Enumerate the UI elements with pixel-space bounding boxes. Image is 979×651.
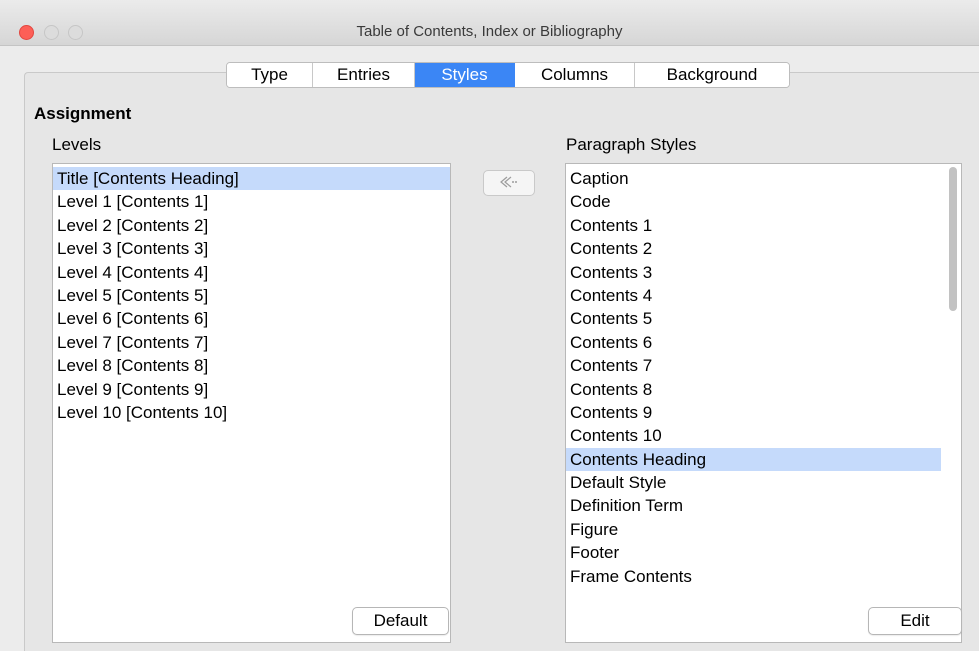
paragraph-style-list-item[interactable]: Contents 3: [566, 261, 941, 284]
tab-columns[interactable]: Columns: [515, 63, 635, 87]
paragraph-style-list-item[interactable]: Contents 10: [566, 424, 941, 447]
paragraph-style-list-item[interactable]: Definition Term: [566, 494, 941, 517]
paragraph-style-list-item[interactable]: Contents 2: [566, 237, 941, 260]
level-list-item[interactable]: Level 1 [Contents 1]: [53, 190, 450, 213]
paragraph-style-list-item[interactable]: Contents 5: [566, 307, 941, 330]
paragraph-style-list-item[interactable]: Frame Contents: [566, 565, 941, 588]
paragraph-style-list-item[interactable]: Contents 4: [566, 284, 941, 307]
paragraph-style-list-item[interactable]: Contents 1: [566, 214, 941, 237]
levels-label: Levels: [52, 135, 102, 154]
paragraph-style-list-item[interactable]: Default Style: [566, 471, 941, 494]
levels-listbox[interactable]: Title [Contents Heading] Level 1 [Content…: [52, 163, 451, 643]
paragraph-style-list-item[interactable]: Caption: [566, 167, 941, 190]
tab-bar: Type Entries Styles Columns Background: [226, 62, 790, 88]
level-list-item[interactable]: Level 9 [Contents 9]: [53, 378, 450, 401]
dialog-content: Type Entries Styles Columns Background A…: [0, 47, 979, 651]
tab-type[interactable]: Type: [227, 63, 313, 87]
level-list-item[interactable]: Level 10 [Contents 10]: [53, 401, 450, 424]
level-list-item[interactable]: Level 5 [Contents 5]: [53, 284, 450, 307]
paragraph-styles-label: Paragraph Styles: [566, 135, 697, 154]
title-bar: Table of Contents, Index or Bibliography: [0, 0, 979, 46]
level-list-item[interactable]: Level 6 [Contents 6]: [53, 307, 450, 330]
assignment-heading: Assignment: [34, 104, 132, 123]
edit-button[interactable]: Edit: [868, 607, 962, 635]
paragraph-style-list-item[interactable]: Contents Heading: [566, 447, 941, 472]
paragraph-style-list-item[interactable]: Contents 7: [566, 354, 941, 377]
tab-background[interactable]: Background: [635, 63, 789, 87]
level-list-item[interactable]: Level 4 [Contents 4]: [53, 261, 450, 284]
tab-styles[interactable]: Styles: [415, 63, 515, 87]
paragraph-style-list-item[interactable]: Code: [566, 190, 941, 213]
level-list-item[interactable]: Title [Contents Heading]: [53, 167, 450, 191]
level-list-item[interactable]: Level 8 [Contents 8]: [53, 354, 450, 377]
window-title: Table of Contents, Index or Bibliography: [356, 23, 623, 40]
level-list-item[interactable]: Level 3 [Contents 3]: [53, 237, 450, 260]
assign-style-button[interactable]: [483, 170, 535, 196]
dialog-window: Table of Contents, Index or Bibliography…: [0, 0, 979, 651]
paragraph-style-list-item[interactable]: Contents 6: [566, 331, 941, 354]
paragraph-styles-scrollbar[interactable]: [947, 167, 959, 639]
paragraph-style-list-item[interactable]: Figure: [566, 518, 941, 541]
double-chevron-left-icon: [498, 175, 520, 192]
default-button[interactable]: Default: [352, 607, 449, 635]
paragraph-styles-listbox[interactable]: Caption Code Contents 1 Contents 2 Contents …: [565, 163, 962, 643]
paragraph-style-list-item[interactable]: Contents 8: [566, 378, 941, 401]
paragraph-style-list-item[interactable]: Footer: [566, 541, 941, 564]
tab-entries[interactable]: Entries: [313, 63, 415, 87]
level-list-item[interactable]: Level 2 [Contents 2]: [53, 214, 450, 237]
level-list-item[interactable]: Level 7 [Contents 7]: [53, 331, 450, 354]
paragraph-style-list-item[interactable]: Contents 9: [566, 401, 941, 424]
scrollbar-thumb[interactable]: [949, 167, 957, 311]
